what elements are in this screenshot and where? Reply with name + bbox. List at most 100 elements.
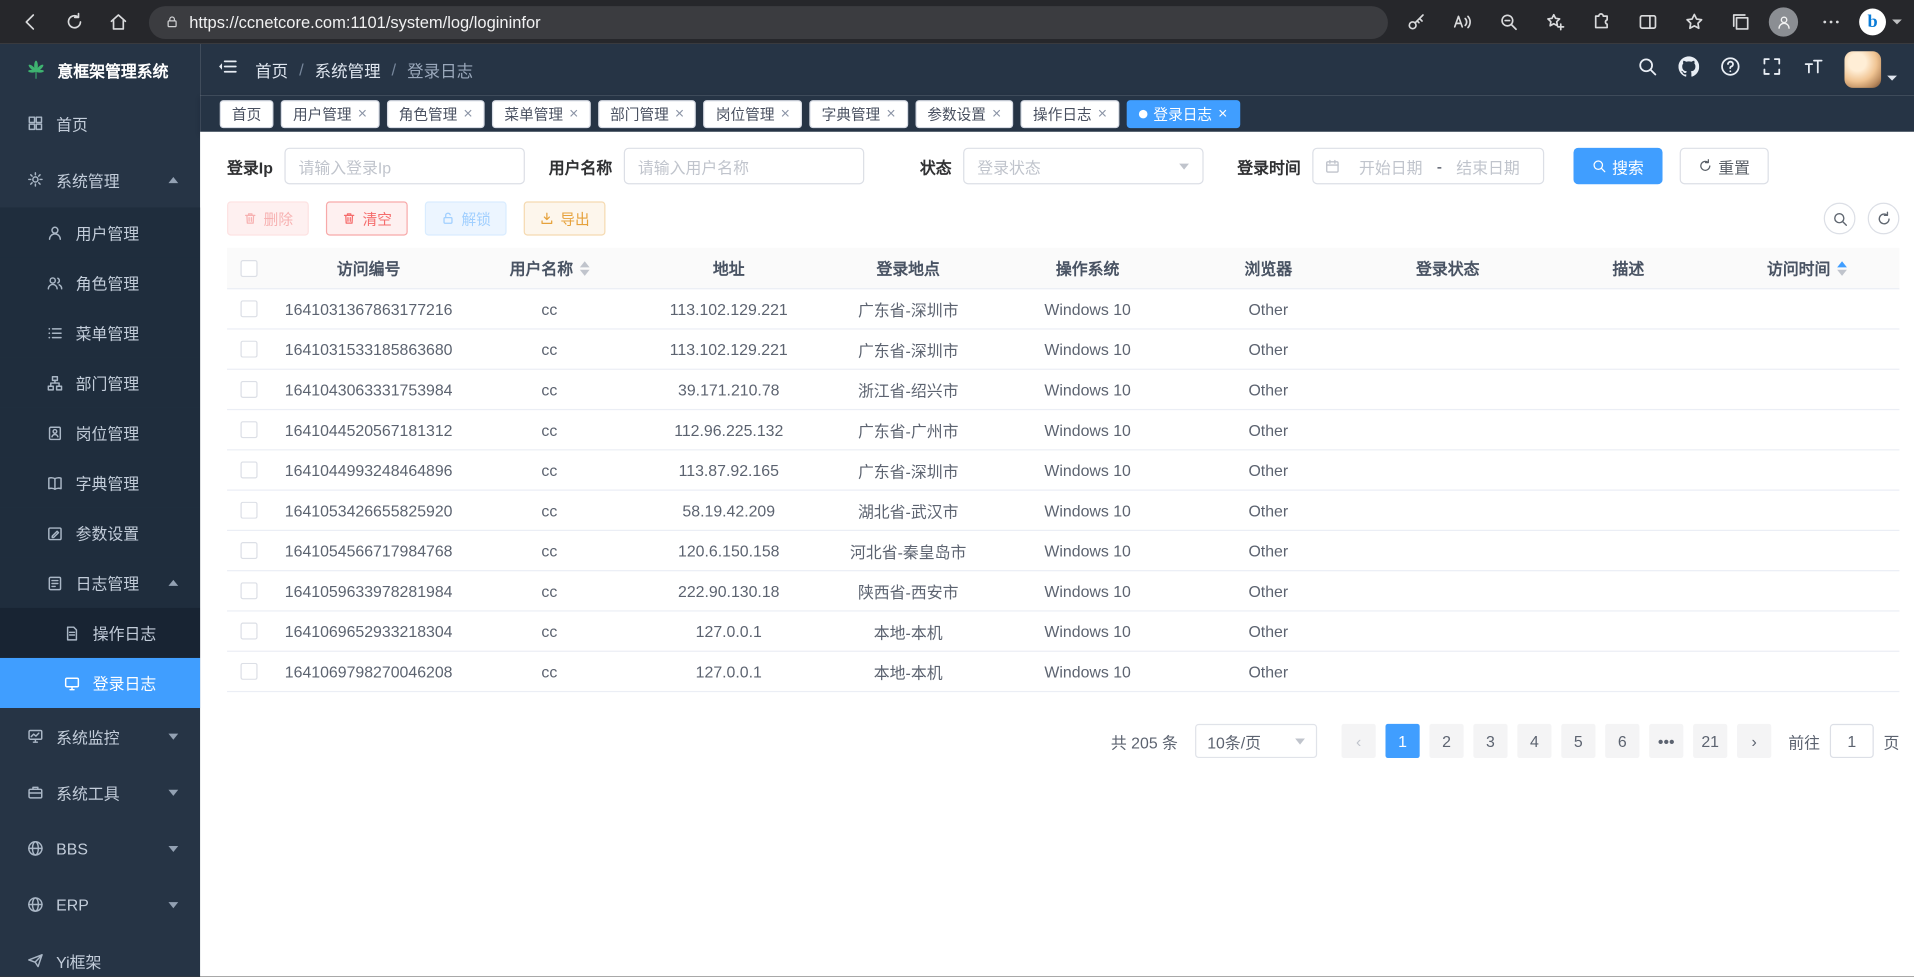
page-button-2[interactable]: 2 [1429, 724, 1463, 758]
close-tab-icon[interactable]: × [886, 107, 895, 119]
sidebar-item-op-log[interactable]: 操作日志 [0, 608, 200, 658]
row-checkbox[interactable] [240, 582, 257, 599]
page-button-5[interactable]: 5 [1561, 724, 1595, 758]
row-checkbox[interactable] [240, 502, 257, 519]
passwords-button[interactable] [1398, 5, 1435, 39]
address-bar[interactable]: https://ccnetcore.com:1101/system/log/lo… [149, 5, 1388, 38]
page-button-1[interactable]: 1 [1385, 724, 1419, 758]
sidebar-item-system-mgmt[interactable]: 系统管理 [0, 151, 200, 207]
sidebar-item-param-settings[interactable]: 参数设置 [0, 508, 200, 558]
close-tab-icon[interactable]: × [1098, 107, 1107, 119]
sidebar-item-system-monitor[interactable]: 系统监控 [0, 708, 200, 764]
clear-button[interactable]: 清空 [326, 201, 408, 235]
sidebar-item-system-tools[interactable]: 系统工具 [0, 764, 200, 820]
sidebar-item-dept-mgmt[interactable]: 部门管理 [0, 358, 200, 408]
sidebar-item-dict-mgmt[interactable]: 字典管理 [0, 458, 200, 508]
tab-op-log[interactable]: 操作日志× [1021, 99, 1119, 127]
add-favorite-button[interactable] [1537, 5, 1574, 39]
extensions-button[interactable] [1583, 5, 1620, 39]
unlock-button[interactable]: 解锁 [425, 201, 507, 235]
bing-icon[interactable]: b [1859, 9, 1886, 36]
row-checkbox[interactable] [240, 300, 257, 317]
sidebar-item-user-mgmt[interactable]: 用户管理 [0, 208, 200, 258]
sidebar-item-bbs[interactable]: BBS [0, 820, 200, 876]
close-tab-icon[interactable]: × [358, 107, 367, 119]
select-all-checkbox[interactable] [240, 259, 257, 276]
sidebar-item-yi-framework[interactable]: Yi框架 [0, 933, 200, 977]
column-header-time[interactable]: 访问时间 [1714, 256, 1900, 279]
tab-role-mgmt[interactable]: 角色管理× [387, 99, 485, 127]
toggle-search-button[interactable] [1824, 203, 1856, 235]
close-tab-icon[interactable]: × [463, 107, 472, 119]
browser-back-button[interactable] [12, 5, 49, 39]
sidebar-item-log-mgmt[interactable]: 日志管理 [0, 558, 200, 608]
sidebar-item-post-mgmt[interactable]: 岗位管理 [0, 408, 200, 458]
favorites-button[interactable] [1676, 5, 1713, 39]
row-checkbox[interactable] [240, 341, 257, 358]
row-checkbox[interactable] [240, 461, 257, 478]
split-screen-button[interactable] [1630, 5, 1667, 39]
font-size-button[interactable] [1803, 56, 1824, 83]
browser-profile-button[interactable] [1769, 7, 1798, 36]
tab-dict-mgmt[interactable]: 字典管理× [809, 99, 907, 127]
close-tab-icon[interactable]: × [569, 107, 578, 119]
reset-button[interactable]: 重置 [1679, 148, 1768, 185]
fullscreen-button[interactable] [1761, 56, 1782, 83]
chevron-down-icon[interactable] [1892, 20, 1902, 25]
user-name-input[interactable]: 请输入用户名称 [623, 148, 863, 185]
tab-home[interactable]: 首页 [220, 99, 274, 127]
breadcrumb-item-0[interactable]: 首页 [255, 57, 288, 81]
header-search-button[interactable] [1637, 56, 1658, 83]
goto-page-input[interactable]: 1 [1830, 724, 1874, 758]
tab-param-settings[interactable]: 参数设置× [915, 99, 1013, 127]
delete-button[interactable]: 删除 [227, 201, 309, 235]
close-tab-icon[interactable]: × [992, 107, 1001, 119]
browser-refresh-button[interactable] [56, 5, 93, 39]
status-select[interactable]: 登录状态 [963, 148, 1203, 185]
tab-menu-mgmt[interactable]: 菜单管理× [492, 99, 590, 127]
page-size-select[interactable]: 10条/页 [1195, 724, 1317, 758]
column-header-user[interactable]: 用户名称 [466, 256, 632, 279]
github-button[interactable] [1678, 56, 1699, 83]
page-button-6[interactable]: 6 [1605, 724, 1639, 758]
sidebar-item-login-log[interactable]: 登录日志 [0, 658, 200, 708]
read-aloud-button[interactable] [1444, 5, 1481, 39]
app-logo[interactable]: 意框架管理系统 [0, 44, 200, 95]
login-ip-input[interactable]: 请输入登录Ip [284, 148, 524, 185]
collections-button[interactable] [1722, 5, 1759, 39]
next-page-button[interactable]: › [1737, 724, 1771, 758]
row-checkbox[interactable] [240, 623, 257, 640]
collapse-sidebar-button[interactable] [217, 56, 238, 83]
close-tab-icon[interactable]: × [1218, 107, 1227, 119]
date-range-picker[interactable]: 开始日期 - 结束日期 [1312, 148, 1544, 185]
sort-icon[interactable] [579, 261, 589, 276]
page-button-4[interactable]: 4 [1517, 724, 1551, 758]
chevron-down-icon[interactable] [1887, 76, 1897, 81]
tab-dept-mgmt[interactable]: 部门管理× [598, 99, 696, 127]
row-checkbox[interactable] [240, 663, 257, 680]
breadcrumb-item-1[interactable]: 系统管理 [315, 57, 381, 81]
tab-user-mgmt[interactable]: 用户管理× [281, 99, 379, 127]
sidebar-item-home[interactable]: 首页 [0, 95, 200, 151]
tab-post-mgmt[interactable]: 岗位管理× [704, 99, 802, 127]
export-button[interactable]: 导出 [524, 201, 606, 235]
more-pages-button[interactable]: ••• [1649, 724, 1683, 758]
sidebar-item-menu-mgmt[interactable]: 菜单管理 [0, 308, 200, 358]
tab-login-log[interactable]: 登录日志× [1127, 99, 1240, 127]
close-tab-icon[interactable]: × [675, 107, 684, 119]
refresh-table-button[interactable] [1868, 203, 1900, 235]
page-button-21[interactable]: 21 [1693, 724, 1727, 758]
browser-menu-button[interactable] [1813, 5, 1850, 39]
close-tab-icon[interactable]: × [781, 107, 790, 119]
browser-home-button[interactable] [100, 5, 137, 39]
sort-icon[interactable] [1837, 261, 1847, 276]
zoom-button[interactable] [1490, 5, 1527, 39]
row-checkbox[interactable] [240, 542, 257, 559]
page-button-3[interactable]: 3 [1473, 724, 1507, 758]
sidebar-item-erp[interactable]: ERP [0, 876, 200, 932]
sidebar-item-role-mgmt[interactable]: 角色管理 [0, 258, 200, 308]
row-checkbox[interactable] [240, 381, 257, 398]
help-button[interactable] [1720, 56, 1741, 83]
user-avatar[interactable] [1844, 51, 1881, 88]
prev-page-button[interactable]: ‹ [1342, 724, 1376, 758]
